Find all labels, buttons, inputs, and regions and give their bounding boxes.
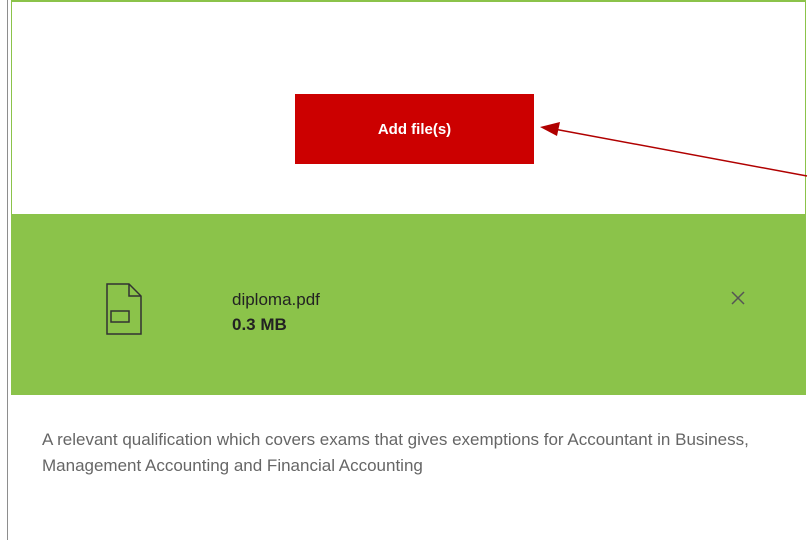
- file-size: 0.3 MB: [232, 315, 287, 334]
- file-name: diploma.pdf: [232, 290, 320, 309]
- upload-panel: Add file(s) diploma.pdf 0.3 MB: [11, 0, 806, 395]
- document-icon: [104, 282, 144, 336]
- close-icon: [728, 291, 748, 311]
- add-files-button[interactable]: Add file(s): [295, 94, 534, 164]
- page: Add file(s) diploma.pdf 0.3 MB A relevan…: [0, 0, 809, 540]
- left-border-line: [7, 0, 8, 540]
- qualification-description: A relevant qualification which covers ex…: [42, 430, 749, 475]
- uploaded-file-row: diploma.pdf 0.3 MB: [12, 214, 805, 395]
- remove-file-button[interactable]: [728, 288, 748, 308]
- upload-drop-zone[interactable]: Add file(s): [12, 2, 805, 214]
